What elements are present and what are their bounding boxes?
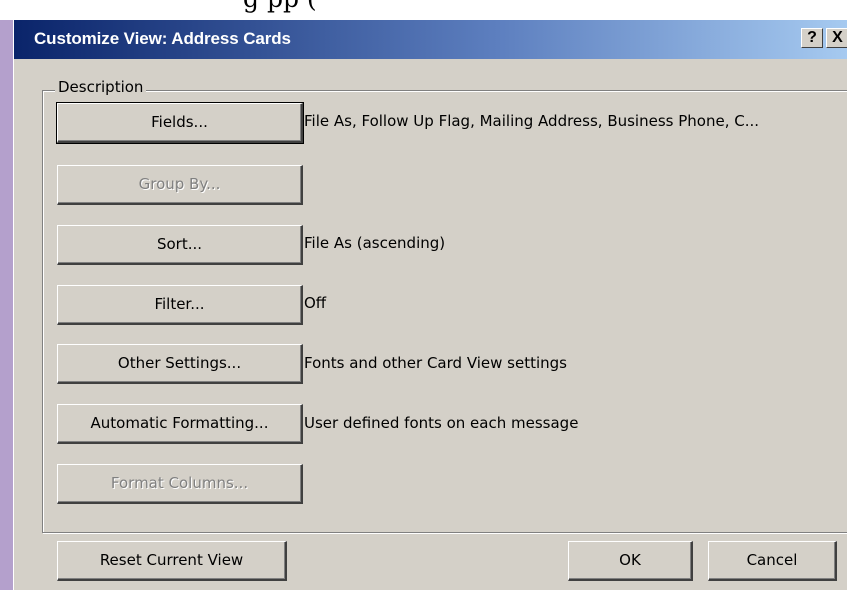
- ok-button[interactable]: OK: [568, 541, 693, 581]
- reset-current-view-button[interactable]: Reset Current View: [57, 541, 287, 581]
- description-legend: Description: [55, 78, 147, 96]
- automatic-formatting-description: User defined fonts on each message: [304, 414, 579, 432]
- filter-description: Off: [304, 294, 327, 312]
- help-icon: ?: [807, 29, 817, 46]
- cancel-button[interactable]: Cancel: [708, 541, 837, 581]
- other-settings-description: Fonts and other Card View settings: [304, 354, 567, 372]
- dialog-title: Customize View: Address Cards: [34, 29, 291, 48]
- sort-button[interactable]: Sort...: [57, 225, 303, 265]
- background-text-fragment: g pp (: [243, 0, 317, 13]
- close-button[interactable]: X: [826, 28, 847, 48]
- automatic-formatting-button[interactable]: Automatic Formatting...: [57, 404, 303, 444]
- fields-button[interactable]: Fields...: [56, 102, 304, 144]
- other-settings-button[interactable]: Other Settings...: [57, 344, 303, 384]
- filter-button[interactable]: Filter...: [57, 285, 303, 325]
- fields-description: File As, Follow Up Flag, Mailing Address…: [304, 112, 760, 130]
- background-window-strip: g pp (: [0, 0, 847, 20]
- sort-description: File As (ascending): [304, 234, 446, 252]
- group-by-button[interactable]: Group By...: [57, 165, 303, 205]
- title-bar[interactable]: Customize View: Address Cards ? X: [14, 20, 847, 59]
- help-button[interactable]: ?: [801, 28, 823, 48]
- close-icon: X: [832, 29, 843, 46]
- format-columns-button[interactable]: Format Columns...: [57, 464, 303, 504]
- customize-view-dialog: Customize View: Address Cards ? X Descri…: [13, 20, 847, 590]
